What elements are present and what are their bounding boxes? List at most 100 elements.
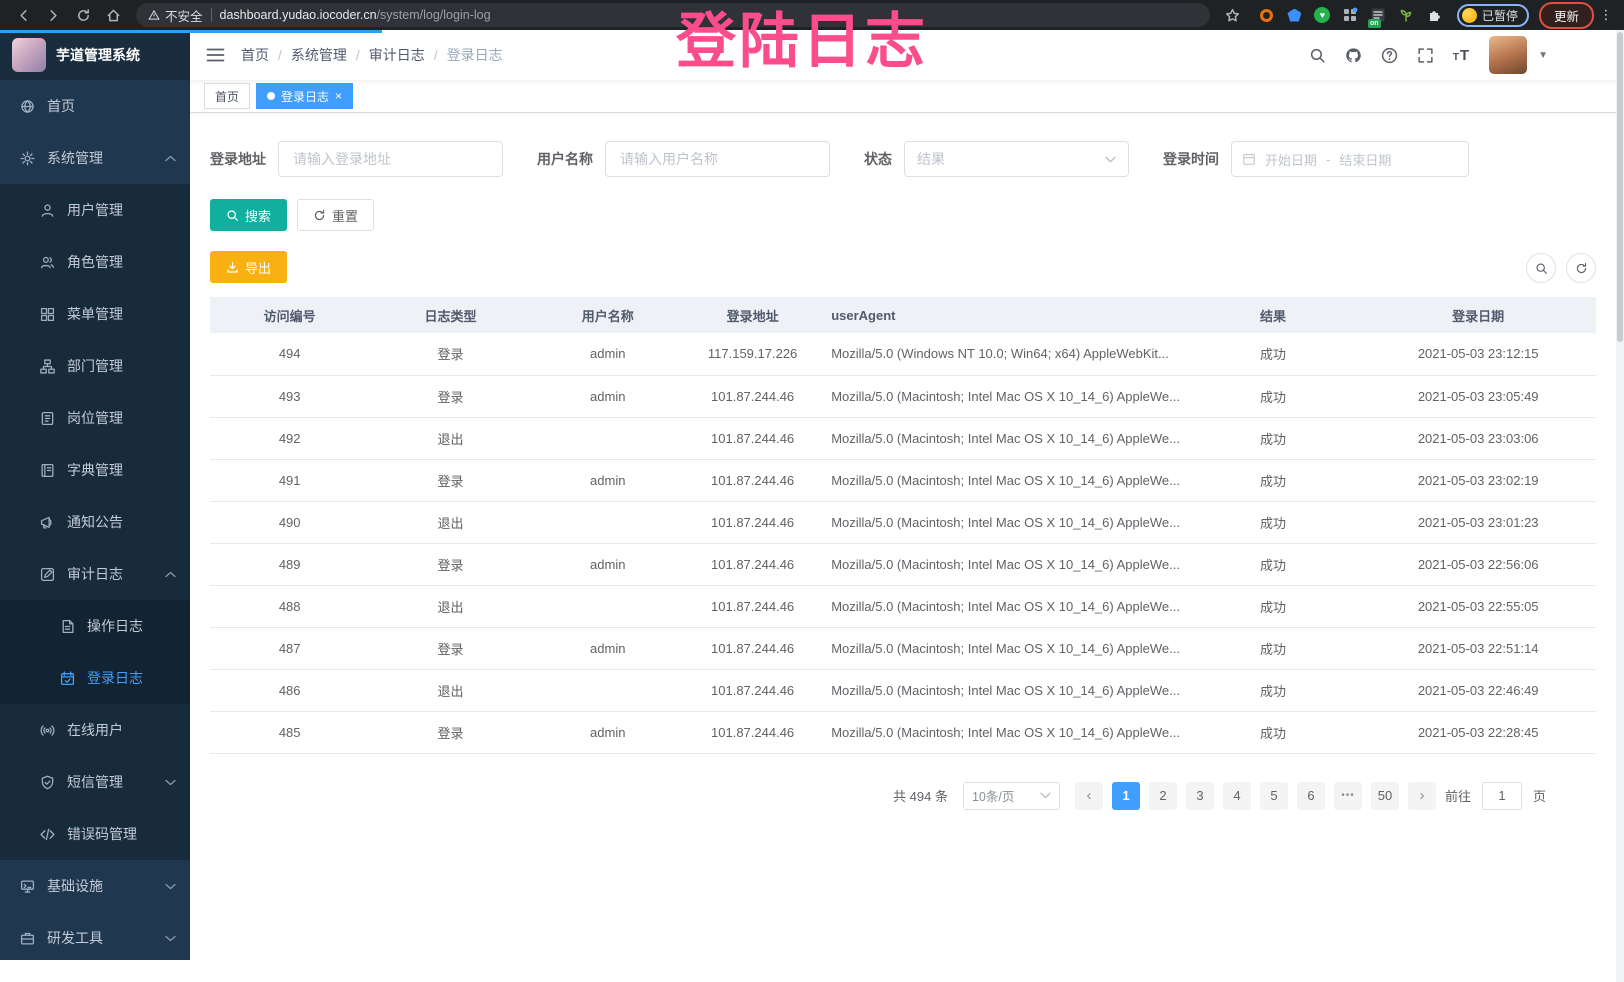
- sidebar-item[interactable]: 菜单管理: [0, 288, 190, 340]
- login-address-input[interactable]: [278, 141, 503, 177]
- extension-list-icon[interactable]: on: [1370, 7, 1387, 24]
- table-cell: 成功: [1186, 585, 1361, 627]
- back-icon[interactable]: [10, 3, 36, 27]
- page-size-select[interactable]: 10条/页: [963, 782, 1060, 810]
- end-date-placeholder: 结束日期: [1339, 150, 1391, 169]
- active-dot-icon: [267, 92, 275, 100]
- table-cell: 成功: [1186, 627, 1361, 669]
- font-size-icon[interactable]: TT: [1453, 47, 1470, 64]
- table-row: 485登录admin101.87.244.46Mozilla/5.0 (Maci…: [210, 711, 1596, 753]
- page-number-button[interactable]: 3: [1186, 782, 1214, 810]
- sidebar-item-label: 部门管理: [67, 356, 123, 376]
- sidebar-item[interactable]: 基础设施: [0, 860, 190, 912]
- extension-puzzle-icon[interactable]: [1426, 7, 1443, 24]
- extension-orange-ring-icon[interactable]: [1258, 7, 1275, 24]
- reset-button[interactable]: 重置: [297, 199, 374, 231]
- sidebar-item[interactable]: 字典管理: [0, 444, 190, 496]
- fullscreen-icon[interactable]: [1417, 47, 1434, 64]
- prev-page-button[interactable]: ‹: [1075, 782, 1103, 810]
- table-cell: 成功: [1186, 669, 1361, 711]
- sidebar-item[interactable]: 研发工具: [0, 912, 190, 960]
- header-search-icon[interactable]: [1309, 47, 1326, 64]
- page-number-button[interactable]: 5: [1260, 782, 1288, 810]
- github-icon[interactable]: [1345, 47, 1362, 64]
- search-form: 登录地址 用户名称 状态 结果 登录时间 开始日期 - 结束日期: [210, 141, 1596, 177]
- forward-icon[interactable]: [40, 3, 66, 27]
- login-time-range-picker[interactable]: 开始日期 - 结束日期: [1231, 141, 1469, 177]
- sidebar-item[interactable]: 部门管理: [0, 340, 190, 392]
- audit-log-icon: [40, 567, 55, 582]
- sidebar-toggle-icon[interactable]: [206, 47, 225, 63]
- table-cell: admin: [532, 627, 684, 669]
- sidebar-item[interactable]: 审计日志: [0, 548, 190, 600]
- export-button[interactable]: 导出: [210, 251, 287, 283]
- more-pages-button[interactable]: •••: [1334, 782, 1362, 810]
- status-select[interactable]: 结果: [904, 141, 1129, 177]
- breadcrumb-item[interactable]: 首页: [241, 45, 269, 65]
- help-icon[interactable]: [1381, 47, 1398, 64]
- sidebar-item[interactable]: 短信管理: [0, 756, 190, 808]
- table-cell: 489: [210, 543, 369, 585]
- page-scrollbar[interactable]: [1616, 30, 1624, 982]
- sidebar-item[interactable]: 角色管理: [0, 236, 190, 288]
- address-bar[interactable]: 不安全 dashboard.yudao.iocoder.cn/system/lo…: [136, 3, 1210, 27]
- page-number-button[interactable]: 2: [1149, 782, 1177, 810]
- sidebar-item-label: 角色管理: [67, 252, 123, 272]
- page-buttons: 123456 ••• 50: [1112, 782, 1399, 810]
- extension-blue-gem-icon[interactable]: [1286, 7, 1303, 24]
- sidebar-item[interactable]: 错误码管理: [0, 808, 190, 860]
- search-button[interactable]: 搜索: [210, 199, 287, 231]
- sidebar-item[interactable]: 用户管理: [0, 184, 190, 236]
- page-number-button[interactable]: 6: [1297, 782, 1325, 810]
- table-cell: 117.159.17.226: [684, 333, 821, 375]
- refresh-table-button[interactable]: [1566, 253, 1596, 283]
- user-icon: [40, 203, 55, 218]
- table-row: 487登录admin101.87.244.46Mozilla/5.0 (Maci…: [210, 627, 1596, 669]
- page-number-button[interactable]: 4: [1223, 782, 1251, 810]
- breadcrumb-item[interactable]: 系统管理: [291, 45, 347, 65]
- username-input[interactable]: [605, 141, 830, 177]
- refresh-icon: [313, 209, 326, 222]
- sidebar-item[interactable]: 首页: [0, 80, 190, 132]
- app-logo[interactable]: 芋道管理系统: [0, 30, 190, 80]
- browser-menu-icon[interactable]: ⋮: [1598, 7, 1614, 23]
- home-icon-browser[interactable]: [100, 3, 126, 27]
- user-avatar[interactable]: [1489, 36, 1527, 74]
- toggle-search-button[interactable]: [1526, 253, 1556, 283]
- page-number-button[interactable]: 1: [1112, 782, 1140, 810]
- browser-update-button[interactable]: 更新: [1539, 2, 1594, 29]
- tab-label: 登录日志: [281, 88, 329, 105]
- table-cell: 101.87.244.46: [684, 417, 821, 459]
- page-url: dashboard.yudao.iocoder.cn/system/log/lo…: [220, 8, 491, 22]
- emoji-avatar-icon: [1462, 8, 1477, 23]
- breadcrumb-separator: /: [434, 47, 438, 63]
- sidebar-item[interactable]: 系统管理: [0, 132, 190, 184]
- close-icon[interactable]: ×: [335, 90, 342, 102]
- page-number-button[interactable]: 50: [1371, 782, 1399, 810]
- gear-icon: [20, 151, 35, 166]
- tag-view-tab[interactable]: 登录日志 ×: [256, 83, 353, 109]
- bookmark-star-icon[interactable]: [1220, 3, 1246, 27]
- sidebar-item[interactable]: 在线用户: [0, 704, 190, 756]
- reload-icon[interactable]: [70, 3, 96, 27]
- sidebar-item[interactable]: 通知公告: [0, 496, 190, 548]
- table-tools: [1526, 253, 1596, 283]
- sidebar-item-label: 用户管理: [67, 200, 123, 220]
- sidebar-item[interactable]: 操作日志: [0, 600, 190, 652]
- next-page-button[interactable]: ›: [1408, 782, 1436, 810]
- date-separator: -: [1326, 152, 1330, 167]
- error-code-icon: [40, 827, 55, 842]
- extension-grid-icon[interactable]: [1342, 7, 1359, 24]
- scrollbar-thumb[interactable]: [1617, 32, 1623, 342]
- table-cell: 退出: [369, 585, 531, 627]
- not-secure-warning[interactable]: 不安全: [148, 6, 203, 25]
- extension-green-heart-icon[interactable]: ♥: [1314, 7, 1331, 24]
- breadcrumb-item[interactable]: 审计日志: [369, 45, 425, 65]
- sidebar-item[interactable]: 登录日志: [0, 652, 190, 704]
- sidebar-item[interactable]: 岗位管理: [0, 392, 190, 444]
- chevron-down-icon[interactable]: ▼: [1538, 50, 1548, 61]
- goto-page-input[interactable]: [1482, 782, 1522, 810]
- tag-view-tab[interactable]: 首页: [204, 83, 250, 109]
- extension-plant-icon[interactable]: [1398, 7, 1415, 24]
- profile-paused-badge[interactable]: 已暂停: [1457, 4, 1529, 27]
